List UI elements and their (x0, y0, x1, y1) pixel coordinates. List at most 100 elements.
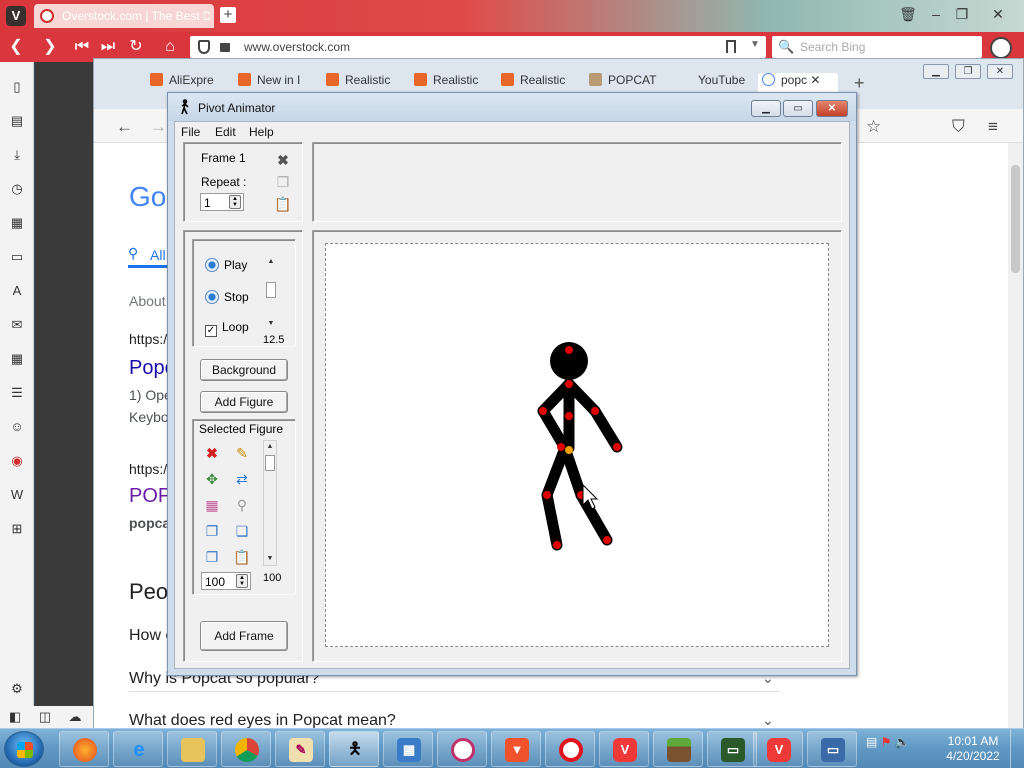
ff-forward-icon[interactable]: → (150, 117, 167, 137)
chevron-down-icon[interactable]: ⌄ (762, 712, 774, 729)
ff-restore-button[interactable]: ❐ (955, 64, 981, 79)
shield-icon[interactable] (198, 40, 210, 54)
pivot-maximize-button[interactable]: ▭ (783, 100, 813, 117)
tab-all[interactable]: All (150, 247, 166, 263)
flip-arrow-icon[interactable]: ⇄ (233, 470, 251, 488)
stick-figure[interactable] (325, 243, 829, 647)
forward-icon[interactable]: ❯ (40, 38, 60, 56)
restore-button[interactable]: ❐ (952, 4, 972, 24)
downloads-icon[interactable]: ⤓ (8, 146, 26, 164)
settings-icon[interactable]: ⚙ (8, 680, 26, 698)
taskbar-terminal[interactable]: ▭ (707, 731, 757, 767)
vivaldi-menu-button[interactable]: V (6, 6, 26, 26)
network-icon[interactable]: ▤ (866, 735, 877, 749)
figure-scale-slider[interactable]: ▲ ▼ (263, 440, 277, 566)
result-link[interactable]: POP (129, 485, 171, 508)
reload-icon[interactable]: ↻ (126, 38, 146, 56)
chevron-down-icon[interactable]: ▼ (750, 39, 760, 50)
slider-down-icon[interactable]: ▼ (264, 553, 276, 565)
send-back-icon[interactable]: ❏ (233, 522, 251, 540)
ff-back-icon[interactable]: ← (116, 117, 133, 137)
menu-edit[interactable]: Edit (215, 125, 236, 139)
figure-scale-thumb[interactable] (265, 455, 275, 471)
taskbar-opera[interactable] (545, 731, 595, 767)
question-item[interactable]: What does red eyes in Popcat mean? (129, 712, 396, 729)
feeds-icon[interactable]: ☰ (8, 384, 26, 402)
taskbar-brave[interactable]: ▼ (491, 731, 541, 767)
pivot-minimize-button[interactable]: ▁ (751, 100, 781, 117)
joint-handle[interactable] (543, 491, 551, 499)
ff-minimize-button[interactable]: ▁ (923, 64, 949, 79)
window-panel-icon[interactable]: ▭ (8, 248, 26, 266)
panel-toggle-icon[interactable]: ◧ (6, 708, 24, 726)
taskbar-paint[interactable]: ✎ (275, 731, 325, 767)
volume-icon[interactable]: 🔈 (895, 735, 910, 749)
hamburger-menu-icon[interactable]: ≡ (988, 117, 998, 137)
add-frame-button[interactable]: Add Frame (200, 621, 288, 651)
taskbar-vivaldi-2[interactable]: V (753, 731, 803, 767)
new-tab-icon[interactable]: + (854, 73, 865, 94)
home-icon[interactable]: ⌂ (160, 38, 180, 56)
joint-tool-icon[interactable]: ⚲ (233, 496, 251, 514)
taskbar-firefox[interactable] (59, 731, 109, 767)
root-joint-handle[interactable] (565, 446, 573, 454)
wikipedia-icon[interactable]: W (8, 486, 26, 504)
ff-close-button[interactable]: ✕ (987, 64, 1013, 79)
show-desktop-button[interactable] (1010, 729, 1024, 768)
joint-handle[interactable] (553, 541, 561, 549)
stepper-arrows-icon[interactable]: ▲ ▼ (236, 574, 248, 588)
new-tab-button[interactable]: + (220, 7, 236, 23)
sync-cloud-icon[interactable]: ☁ (66, 708, 84, 726)
scrollbar-thumb[interactable] (1011, 165, 1020, 273)
profile-avatar[interactable] (990, 37, 1012, 59)
copy-figure-icon[interactable]: ❐ (203, 548, 221, 566)
reading-list-icon[interactable]: ▤ (8, 112, 26, 130)
calendar-icon[interactable]: ▦ (8, 350, 26, 368)
taskbar-pivot[interactable]: 🯅 (329, 731, 379, 767)
loop-checkbox[interactable]: ✓ Loop (205, 320, 249, 337)
flag-icon[interactable]: ⚑ (881, 735, 892, 749)
color-palette-icon[interactable]: ▦ (203, 496, 221, 514)
joint-handle[interactable] (565, 412, 573, 420)
menu-help[interactable]: Help (249, 125, 274, 139)
bookmarks-icon[interactable]: ▯ (8, 78, 26, 96)
notes-icon[interactable]: ▦ (8, 214, 26, 232)
vivaldi-tab-overstock[interactable]: Overstock.com | The Best D (34, 4, 214, 28)
paste-figure-icon[interactable]: 📋 (233, 548, 251, 566)
repeat-stepper[interactable]: 1 ▲ ▼ (200, 193, 244, 211)
mail-icon[interactable]: ✉ (8, 316, 26, 334)
history-icon[interactable]: ◷ (8, 180, 26, 198)
add-panel-icon[interactable]: ⊞ (8, 520, 26, 538)
menu-file[interactable]: File (181, 125, 200, 139)
delete-figure-icon[interactable]: ✖ (203, 444, 221, 462)
vivaldi-icon[interactable]: ◉ (8, 452, 26, 470)
ff-page-scrollbar[interactable] (1008, 143, 1023, 729)
delete-frame-icon[interactable]: ✖ (274, 151, 292, 169)
paste-frame-icon[interactable]: 📋 (274, 195, 292, 213)
tab-tiling-icon[interactable]: ◫ (36, 708, 54, 726)
taskbar-remote-desktop[interactable]: ▭ (807, 731, 857, 767)
joint-handle[interactable] (613, 443, 621, 451)
back-icon[interactable]: ❮ (6, 38, 26, 56)
speed-slider-thumb[interactable] (266, 282, 276, 298)
contacts-icon[interactable]: ☺ (8, 418, 26, 436)
slider-down-icon[interactable]: ▼ (265, 318, 277, 330)
search-field[interactable]: 🔍 Search Bing (772, 36, 982, 58)
joint-handle[interactable] (565, 346, 573, 354)
joint-handle[interactable] (603, 536, 611, 544)
joint-handle[interactable] (539, 407, 547, 415)
taskbar-internet-explorer[interactable]: e (113, 731, 163, 767)
star-icon[interactable]: ☆ (866, 117, 881, 137)
scale-arrows-icon[interactable]: ✥ (203, 470, 221, 488)
pocket-icon[interactable]: ⛉ (952, 117, 965, 137)
slider-up-icon[interactable]: ▲ (264, 441, 276, 453)
bring-front-icon[interactable]: ❐ (203, 522, 221, 540)
taskbar-vivaldi[interactable]: V (599, 731, 649, 767)
copy-frame-icon[interactable]: ❐ (274, 173, 292, 191)
taskbar-clock[interactable]: 10:01 AM 4/20/2022 (940, 734, 1006, 764)
play-button[interactable]: Play (205, 258, 247, 272)
joint-handle[interactable] (591, 407, 599, 415)
translate-icon[interactable]: A (8, 282, 26, 300)
taskbar-chrome[interactable] (221, 731, 271, 767)
url-field[interactable]: www.overstock.com ▼ (190, 36, 766, 58)
